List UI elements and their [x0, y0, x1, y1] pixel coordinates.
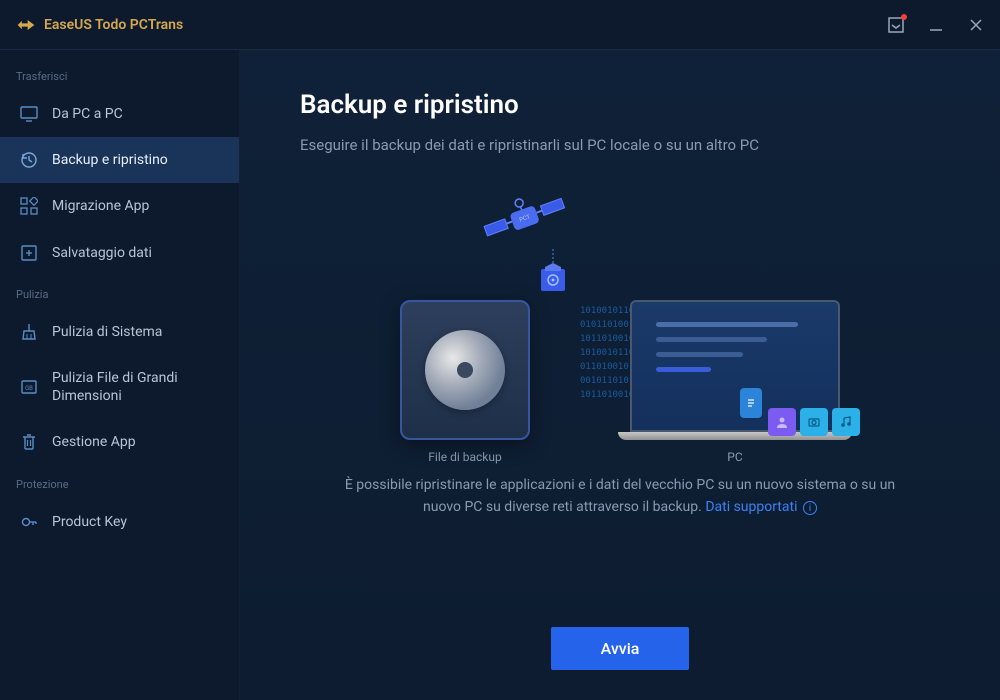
sidebar-item-label: Pulizia File di Grandi Dimensioni — [52, 369, 219, 405]
sidebar-item-pc-to-pc[interactable]: Da PC a PC — [0, 91, 239, 137]
notification-dot-icon — [901, 14, 907, 20]
laptop-icon — [630, 300, 840, 440]
sidebar-item-large-file-cleanup[interactable]: GB Pulizia File di Grandi Dimensioni — [0, 355, 239, 419]
sidebar-item-data-save[interactable]: Salvataggio dati — [0, 230, 239, 276]
photo-chip-icon — [800, 408, 828, 436]
sidebar-section-label: Protezione — [0, 466, 239, 499]
music-chip-icon — [832, 408, 860, 436]
monitor-icon — [20, 105, 38, 123]
media-chips — [740, 406, 860, 436]
sidebar-item-label: Migrazione App — [52, 197, 149, 215]
supported-data-link[interactable]: Dati supportati — [705, 499, 797, 515]
key-icon — [20, 513, 38, 531]
sidebar-item-product-key[interactable]: Product Key — [0, 499, 239, 545]
illus-pc: PC — [630, 300, 840, 464]
illustration: PCT — [300, 184, 940, 464]
trash-icon — [20, 433, 38, 451]
illus-left-label: File di backup — [428, 450, 501, 464]
sidebar-item-app-management[interactable]: Gestione App — [0, 419, 239, 465]
apps-icon — [20, 197, 38, 215]
page-description: È possibile ripristinare le applicazioni… — [300, 474, 940, 519]
sidebar-item-app-migration[interactable]: Migrazione App — [0, 183, 239, 229]
close-button[interactable] — [968, 17, 984, 33]
sidebar-item-backup-restore[interactable]: Backup e ripristino — [0, 137, 239, 183]
titlebar-controls — [888, 17, 984, 33]
sidebar-section-label: Pulizia — [0, 276, 239, 309]
titlebar: EaseUS Todo PCTrans — [0, 0, 1000, 50]
sidebar: Trasferisci Da PC a PC Backup e ripristi… — [0, 50, 240, 700]
satellite-icon: PCT — [480, 184, 570, 254]
app-name: EaseUS Todo PCTrans — [44, 17, 183, 33]
disc-icon — [425, 330, 505, 410]
broom-icon — [20, 323, 38, 341]
sidebar-item-label: Gestione App — [52, 433, 136, 451]
sidebar-item-label: Product Key — [52, 513, 127, 531]
illus-backup-file: File di backup — [400, 300, 530, 464]
document-chip-icon — [740, 388, 762, 418]
sidebar-item-label: Da PC a PC — [52, 105, 123, 123]
app-logo: EaseUS Todo PCTrans — [16, 15, 183, 35]
logo-icon — [16, 15, 36, 35]
sidebar-item-system-cleanup[interactable]: Pulizia di Sistema — [0, 309, 239, 355]
save-icon — [20, 244, 38, 262]
package-icon — [535, 249, 571, 297]
backup-device-icon — [400, 300, 530, 440]
start-button[interactable]: Avvia — [551, 627, 690, 670]
illus-right-label: PC — [727, 450, 742, 464]
sidebar-item-label: Backup e ripristino — [52, 151, 168, 169]
sidebar-item-label: Salvataggio dati — [52, 244, 152, 262]
info-icon[interactable]: i — [803, 501, 817, 515]
page-title: Backup e ripristino — [300, 90, 940, 120]
svg-text:GB: GB — [25, 385, 33, 392]
large-file-icon: GB — [20, 378, 38, 396]
main-content: Backup e ripristino Eseguire il backup d… — [240, 50, 1000, 700]
page-subtitle: Eseguire il backup dei dati e ripristina… — [300, 136, 940, 154]
user-chip-icon — [768, 408, 796, 436]
restore-icon — [20, 151, 38, 169]
sidebar-item-label: Pulizia di Sistema — [52, 323, 162, 341]
notifications-button[interactable] — [888, 17, 904, 33]
footer: Avvia — [300, 597, 940, 670]
minimize-button[interactable] — [928, 17, 944, 33]
sidebar-section-label: Trasferisci — [0, 58, 239, 91]
